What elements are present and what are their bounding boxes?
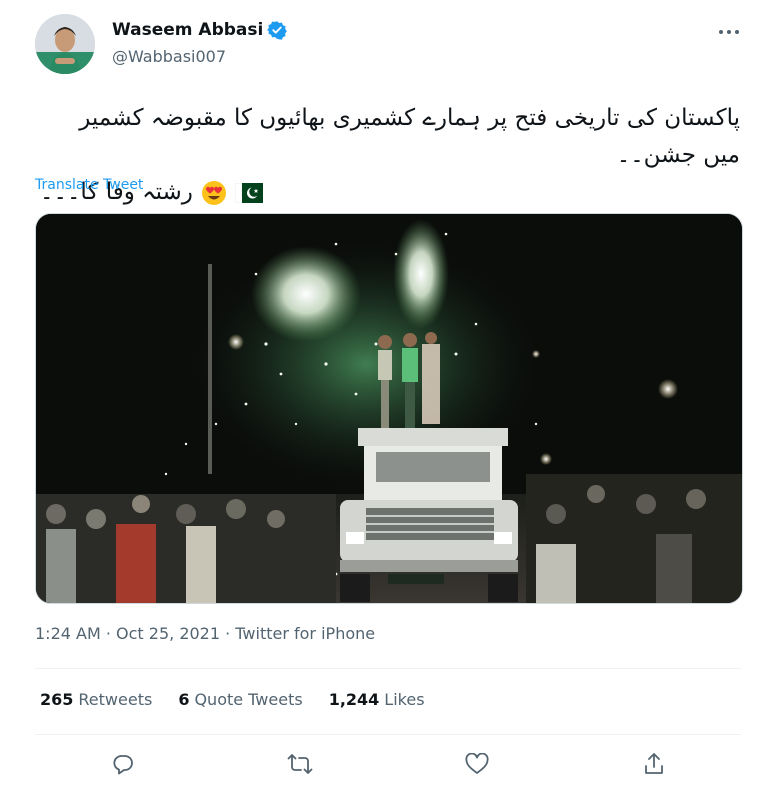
verified-badge-icon bbox=[267, 20, 288, 40]
tweet-date[interactable]: Oct 25, 2021 bbox=[116, 624, 220, 643]
retweets-label: Retweets bbox=[78, 690, 153, 709]
meta-separator: · bbox=[100, 624, 117, 643]
likes-label: Likes bbox=[384, 690, 425, 709]
divider bbox=[35, 668, 741, 669]
author-name-row[interactable]: Waseem Abbasi bbox=[112, 20, 288, 40]
translate-tweet-link[interactable]: Translate Tweet bbox=[35, 177, 143, 193]
tweet-text: پاکستان کی تاریخی فتح پر ہمارے کشمیری بھ… bbox=[40, 100, 740, 211]
tweet-stats: 265 Retweets 6 Quote Tweets 1,244 Likes bbox=[40, 690, 425, 709]
tweet-time[interactable]: 1:24 AM bbox=[35, 624, 101, 643]
retweets-stat[interactable]: 265 Retweets bbox=[40, 690, 152, 709]
likes-count: 1,244 bbox=[328, 690, 380, 709]
tweet-media-image[interactable] bbox=[35, 213, 743, 604]
tweet-card: Waseem Abbasi @Wabbasi007 پاکستان کی تار… bbox=[0, 0, 760, 785]
handle[interactable]: @Wabbasi007 bbox=[112, 47, 226, 66]
quote-tweets-count: 6 bbox=[178, 690, 190, 709]
retweets-count: 265 bbox=[40, 690, 74, 709]
tweet-text-line-1: پاکستان کی تاریخی فتح پر ہمارے کشمیری بھ… bbox=[79, 105, 740, 168]
avatar[interactable] bbox=[35, 14, 95, 74]
display-name[interactable]: Waseem Abbasi bbox=[112, 20, 263, 40]
pakistan-flag-icon bbox=[234, 182, 263, 203]
quote-tweets-stat[interactable]: 6 Quote Tweets bbox=[178, 690, 302, 709]
divider bbox=[35, 734, 741, 735]
quote-tweets-label: Quote Tweets bbox=[194, 690, 303, 709]
tweet-text-line-2-row: رشتہ وفا کا۔۔۔ bbox=[40, 174, 740, 211]
tweet-meta: 1:24 AM · Oct 25, 2021 · Twitter for iPh… bbox=[35, 624, 375, 643]
share-icon[interactable] bbox=[637, 747, 671, 781]
tweet-actions bbox=[0, 747, 760, 781]
tweet-source[interactable]: Twitter for iPhone bbox=[235, 624, 375, 643]
heart-eyes-emoji-icon bbox=[201, 180, 227, 206]
more-dots-icon[interactable] bbox=[712, 20, 746, 44]
reply-icon[interactable] bbox=[106, 747, 140, 781]
like-heart-icon[interactable] bbox=[460, 747, 494, 781]
meta-separator: · bbox=[220, 624, 236, 643]
retweet-icon[interactable] bbox=[283, 747, 317, 781]
avatar-image bbox=[35, 14, 95, 74]
likes-stat[interactable]: 1,244 Likes bbox=[329, 690, 425, 709]
